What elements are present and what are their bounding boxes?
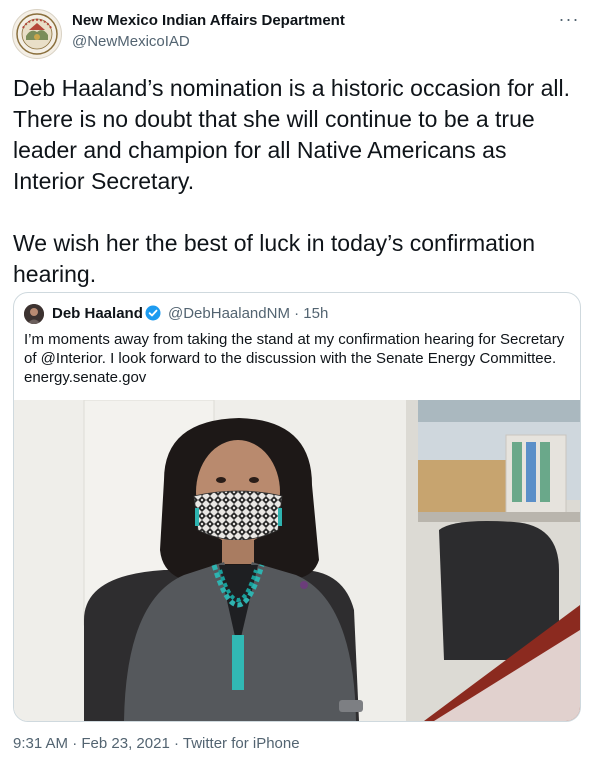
quoted-text-body: I’m moments away from taking the stand a…: [24, 331, 565, 367]
state-seal-icon: [14, 11, 60, 57]
quoted-photo[interactable]: [14, 400, 580, 721]
tweet-paragraph-2: We wish her the best of luck in today’s …: [13, 230, 536, 287]
quoted-author-name: Deb Haaland: [52, 305, 143, 322]
quoted-text: I’m moments away from taking the stand a…: [24, 330, 570, 387]
footer-separator-2: ·: [169, 735, 183, 752]
footer-separator-1: ·: [68, 735, 82, 752]
tweet-footer: 9:31 AM · Feb 23, 2021 · Twitter for iPh…: [13, 735, 300, 752]
tweet-text: Deb Haaland’s nomination is a historic o…: [13, 73, 579, 290]
more-options-icon[interactable]: ···: [556, 8, 582, 34]
quoted-avatar-icon: [24, 304, 44, 324]
tweet-paragraph-1: Deb Haaland’s nomination is a historic o…: [13, 75, 570, 194]
quoted-tweet[interactable]: Deb Haaland @DebHaalandNM · 15h I’m mome…: [13, 292, 581, 722]
tweet-card: New Mexico Indian Affairs Department @Ne…: [0, 0, 589, 758]
quoted-avatar: [24, 304, 44, 324]
tweet-source[interactable]: Twitter for iPhone: [183, 735, 300, 752]
author-name[interactable]: New Mexico Indian Affairs Department: [72, 12, 345, 29]
author-avatar[interactable]: [12, 9, 62, 59]
quoted-link[interactable]: energy.senate.gov: [24, 368, 570, 387]
tweet-time[interactable]: 9:31 AM: [13, 735, 68, 752]
tweet-date[interactable]: Feb 23, 2021: [81, 735, 169, 752]
verified-badge-icon: [145, 305, 161, 321]
quoted-handle-time: @DebHaalandNM · 15h: [168, 305, 329, 322]
photo-woman-with-mask-icon: [14, 400, 580, 721]
author-handle[interactable]: @NewMexicoIAD: [72, 33, 190, 50]
